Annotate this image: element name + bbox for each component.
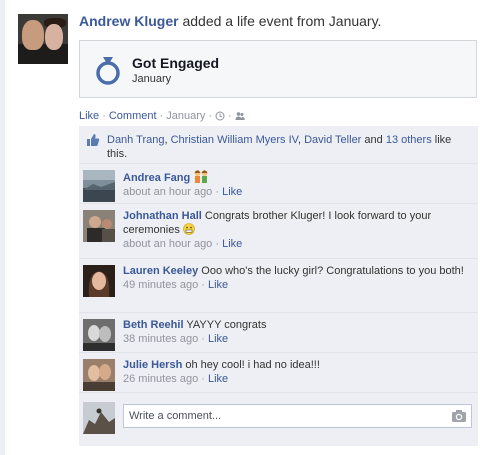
comment-like-link[interactable]: Like	[208, 373, 228, 385]
commenter-avatar[interactable]	[83, 359, 115, 391]
camera-icon[interactable]	[451, 409, 467, 423]
left-rail	[0, 0, 5, 455]
headline-text: added a life event from January.	[178, 13, 382, 29]
comment-author[interactable]: Andrea Fang	[123, 172, 190, 184]
separator: ·	[159, 110, 164, 122]
comment-author[interactable]: Lauren Keeley	[123, 265, 198, 277]
separator: ·	[198, 279, 208, 291]
commenter-avatar[interactable]	[83, 319, 115, 351]
comment-body: Johnathan Hall Congrats brother Kluger! …	[123, 209, 468, 251]
comment-meta: 26 minutes ago · Like	[123, 372, 468, 386]
comment-timestamp[interactable]: 49 minutes ago	[123, 279, 198, 291]
comment-body: Beth Reehil YAYYY congrats 38 minutes ag…	[123, 318, 468, 346]
others-likers-link[interactable]: 13 others	[386, 134, 432, 146]
life-event-card[interactable]: Got Engaged January	[79, 40, 477, 98]
comment-text: Ooo who's the lucky girl? Congratulation…	[201, 265, 464, 277]
comment-input[interactable]	[124, 405, 446, 427]
comment-timestamp[interactable]: 26 minutes ago	[123, 373, 198, 385]
comment-text: YAYYY congrats	[186, 319, 267, 331]
separator: ·	[212, 238, 223, 250]
story-author-avatar[interactable]	[18, 14, 68, 64]
life-event-title: Got Engaged	[132, 55, 220, 71]
comment-like-link[interactable]: Like	[222, 186, 242, 198]
clock-icon	[215, 111, 225, 121]
comment-like-link[interactable]: Like	[208, 279, 228, 291]
comment-meta: 49 minutes ago · Like	[123, 278, 468, 292]
comment-author[interactable]: Beth Reehil	[123, 319, 184, 331]
story-headline: Andrew Kluger added a life event from Ja…	[79, 13, 381, 29]
liker-link[interactable]: Christian William Myers IV	[171, 134, 298, 146]
friends-privacy-icon[interactable]	[235, 111, 245, 121]
comment-meta: 38 minutes ago · Like	[123, 332, 468, 346]
comment-item: Beth Reehil YAYYY congrats 38 minutes ag…	[79, 313, 478, 353]
comment-timestamp[interactable]: 38 minutes ago	[123, 333, 198, 345]
comment-body: Andrea Fang about an hour ago · Like	[123, 169, 468, 199]
commenter-avatar[interactable]	[83, 170, 115, 202]
grimace-emoji	[183, 223, 195, 235]
couple-emoji	[194, 170, 208, 183]
comment-meta: about an hour ago · Like	[123, 185, 468, 199]
comment-like-link[interactable]: Like	[222, 238, 242, 250]
commenter-avatar[interactable]	[83, 265, 115, 297]
story-date[interactable]: January	[166, 110, 205, 122]
comment-composer	[79, 398, 478, 438]
likes-conjunction: and	[361, 134, 386, 146]
liker-link[interactable]: David Teller	[304, 134, 361, 146]
comment-text: oh hey cool! i had no idea!!!	[185, 359, 320, 371]
story-author-link[interactable]: Andrew Kluger	[79, 13, 179, 29]
comment-author[interactable]: Johnathan Hall	[123, 210, 202, 222]
ring-icon	[96, 57, 120, 85]
life-event-date: January	[132, 73, 172, 85]
comment-link[interactable]: Comment	[109, 110, 157, 122]
comments-panel: Danh Trang, Christian William Myers IV, …	[79, 126, 478, 446]
viewer-avatar	[83, 402, 115, 434]
comment-item: Julie Hersh oh hey cool! i had no idea!!…	[79, 353, 478, 393]
comment-meta: about an hour ago · Like	[123, 237, 468, 251]
comment-author[interactable]: Julie Hersh	[123, 359, 182, 371]
like-link[interactable]: Like	[79, 110, 99, 122]
comment-like-link[interactable]: Like	[208, 333, 228, 345]
separator: ·	[212, 186, 223, 198]
commenter-avatar[interactable]	[83, 210, 115, 242]
comment-item: Johnathan Hall Congrats brother Kluger! …	[79, 204, 478, 259]
separator: ·	[102, 110, 106, 122]
separator: ·	[198, 333, 208, 345]
story-actions: Like · Comment · January · ·	[79, 110, 245, 122]
comment-item: Lauren Keeley Ooo who's the lucky girl? …	[79, 259, 478, 313]
separator: ·	[208, 110, 213, 122]
separator: ·	[198, 373, 208, 385]
thumbs-up-icon	[87, 134, 100, 146]
comment-input-box[interactable]	[123, 404, 472, 428]
comment-timestamp[interactable]: about an hour ago	[123, 238, 212, 250]
comment-item: Andrea Fang about an hour ago · Like	[79, 164, 478, 204]
separator: ·	[228, 110, 232, 122]
comment-timestamp[interactable]: about an hour ago	[123, 186, 212, 198]
liker-link[interactable]: Danh Trang	[107, 134, 164, 146]
comment-body: Lauren Keeley Ooo who's the lucky girl? …	[123, 264, 468, 292]
comment-body: Julie Hersh oh hey cool! i had no idea!!…	[123, 358, 468, 386]
likes-summary: Danh Trang, Christian William Myers IV, …	[79, 126, 478, 164]
